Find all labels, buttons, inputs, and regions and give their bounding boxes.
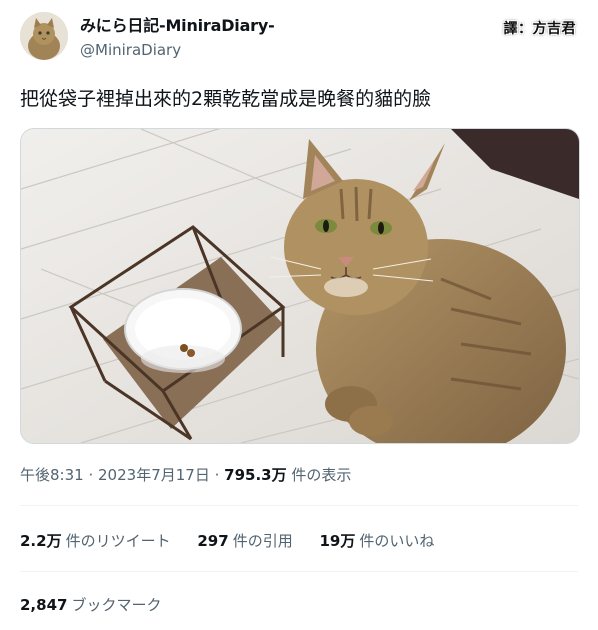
divider bbox=[20, 571, 578, 572]
quotes-count: 297 bbox=[197, 532, 229, 550]
bookmarks-stat[interactable]: 2,847 ブックマーク bbox=[20, 594, 161, 615]
separator-dot: · bbox=[214, 466, 225, 484]
tweet-date[interactable]: 2023年7月17日 bbox=[98, 466, 210, 484]
divider bbox=[20, 505, 578, 506]
tweet-photo[interactable] bbox=[20, 128, 580, 444]
retweets-count: 2.2万 bbox=[20, 532, 62, 550]
author-names: みにら日記-MiniraDiary- @MiniraDiary bbox=[80, 16, 275, 60]
engagement-stats: 2.2万 件のリツイート 297 件の引用 19万 件のいいね bbox=[20, 530, 456, 551]
avatar[interactable] bbox=[20, 12, 68, 60]
bookmarks-label: ブックマーク bbox=[71, 596, 162, 614]
translator-credit: 譯：方吉君 bbox=[503, 21, 576, 37]
likes-count: 19万 bbox=[319, 532, 356, 550]
retweets-stat[interactable]: 2.2万 件のリツイート bbox=[20, 530, 171, 551]
likes-stat[interactable]: 19万 件のいいね bbox=[319, 530, 434, 551]
views-count: 795.3万 bbox=[224, 466, 287, 484]
retweets-label: 件のリツイート bbox=[65, 532, 171, 550]
tweet-header: みにら日記-MiniraDiary- @MiniraDiary 譯：方吉君 bbox=[20, 12, 580, 62]
display-name[interactable]: みにら日記-MiniraDiary- bbox=[80, 16, 275, 36]
quotes-stat[interactable]: 297 件の引用 bbox=[197, 530, 292, 551]
quotes-label: 件の引用 bbox=[232, 532, 293, 550]
handle[interactable]: @MiniraDiary bbox=[80, 40, 275, 60]
views-label: 件の表示 bbox=[291, 466, 352, 484]
separator-dot: · bbox=[88, 466, 99, 484]
tweet-time[interactable]: 午後8:31 bbox=[20, 466, 84, 484]
likes-label: 件のいいね bbox=[359, 532, 435, 550]
cat-photo bbox=[21, 129, 579, 443]
tweet-text: 把從袋子裡掉出來的2顆乾乾當成是晚餐的貓的臉 bbox=[20, 88, 432, 110]
cat-avatar-image bbox=[20, 12, 68, 60]
tweet-meta: 午後8:31 · 2023年7月17日 · 795.3万 件の表示 bbox=[20, 464, 351, 485]
bookmarks-count: 2,847 bbox=[20, 596, 68, 614]
